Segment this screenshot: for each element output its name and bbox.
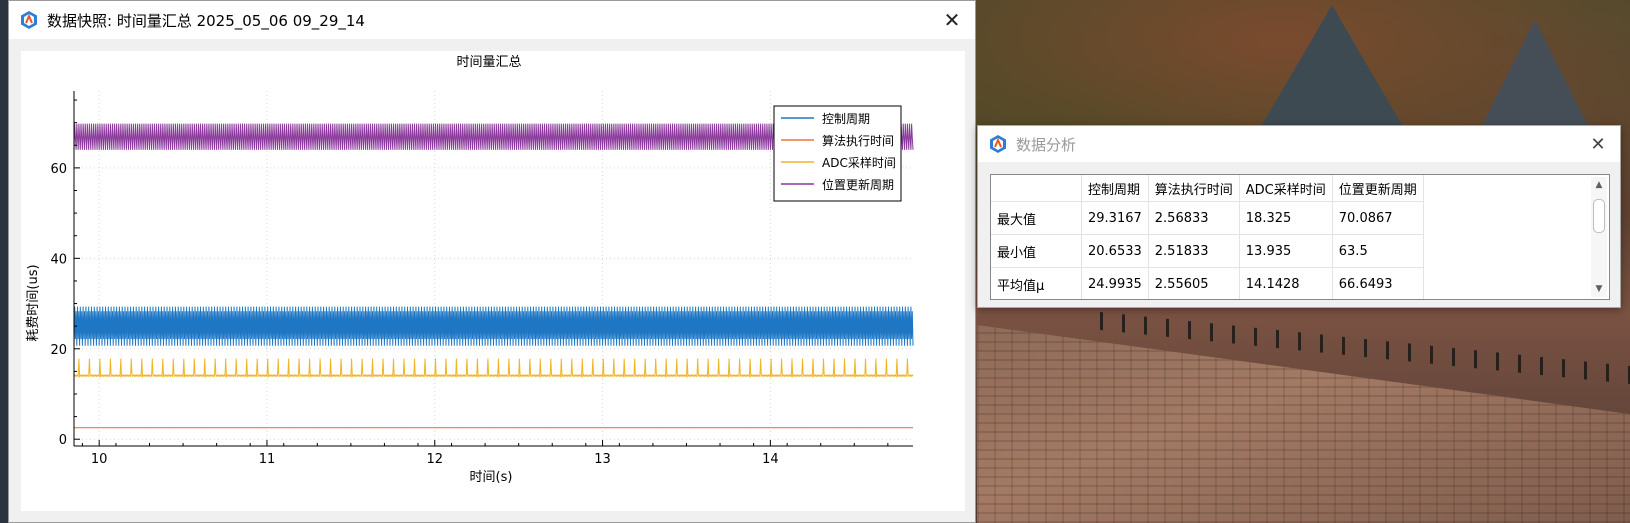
desktop-edge <box>0 0 8 523</box>
x-tick-label: 13 <box>594 452 611 467</box>
y-tick-label: 20 <box>50 343 67 358</box>
table-cell[interactable]: 2.55605 <box>1148 267 1240 299</box>
x-tick-label: 12 <box>426 452 443 467</box>
wallpaper-tower-roof <box>1262 5 1402 125</box>
legend-label: 位置更新周期 <box>822 177 894 192</box>
row-header: 平均值μ <box>991 267 1082 299</box>
series-line <box>73 306 914 346</box>
close-icon: ✕ <box>1590 133 1606 155</box>
table-row[interactable]: 平均值μ 24.9935 2.55605 14.1428 66.6493 <box>991 267 1424 299</box>
table-cell[interactable]: 29.3167 <box>1081 201 1149 235</box>
legend-label: 算法执行时间 <box>822 133 894 148</box>
y-tick-label: 40 <box>50 252 67 267</box>
analysis-titlebar[interactable]: 数据分析 ✕ <box>978 126 1620 162</box>
table-cell[interactable]: 24.9935 <box>1081 267 1149 299</box>
analysis-window: 数据分析 ✕ 控制周期 算法执行时间 ADC采样时间 位置更新周期 最大值 29… <box>977 125 1621 308</box>
x-tick-label: 14 <box>762 452 779 467</box>
window-title: 数据快照: 时间量汇总 2025_05_06 09_29_14 <box>47 11 365 30</box>
time-summary-chart[interactable]: 时间量汇总 10 11 12 13 14 0 20 40 60 时间(s) 耗费时间(us) 控… <box>21 51 965 511</box>
table-header-row: 控制周期 算法执行时间 ADC采样时间 位置更新周期 <box>991 175 1424 202</box>
scrollbar-thumb[interactable] <box>1593 199 1605 233</box>
table-cell[interactable]: 63.5 <box>1332 234 1424 268</box>
scroll-up-icon[interactable]: ▲ <box>1591 177 1607 193</box>
table-cell[interactable]: 18.325 <box>1239 201 1333 235</box>
column-header[interactable]: ADC采样时间 <box>1239 175 1333 202</box>
legend-label: 控制周期 <box>822 112 870 126</box>
table-row[interactable]: 最大值 29.3167 2.56833 18.325 70.0867 <box>991 201 1424 235</box>
chart-title: 时间量汇总 <box>456 55 521 70</box>
y-tick-label: 60 <box>50 162 67 177</box>
column-header[interactable]: 位置更新周期 <box>1332 175 1424 202</box>
table-cell[interactable]: 20.6533 <box>1081 234 1149 268</box>
table-vertical-scrollbar[interactable]: ▲ ▼ <box>1591 177 1607 297</box>
legend-label: ADC采样时间 <box>822 155 896 170</box>
column-header[interactable]: 控制周期 <box>1081 175 1149 202</box>
snapshot-window: 数据快照: 时间量汇总 2025_05_06 09_29_14 ✕ 时间量汇总 … <box>8 0 976 523</box>
chart-legend: 控制周期算法执行时间 ADC采样时间位置更新周期 <box>773 105 902 202</box>
table-row[interactable]: 最小值 20.6533 2.51833 13.935 63.5 <box>991 234 1424 268</box>
close-icon: ✕ <box>943 8 961 32</box>
table-cell[interactable]: 2.56833 <box>1148 201 1240 235</box>
table-cell[interactable]: 14.1428 <box>1239 267 1333 299</box>
table-cell[interactable]: 2.51833 <box>1148 234 1240 268</box>
scroll-down-icon[interactable]: ▼ <box>1591 281 1607 297</box>
row-header: 最小值 <box>991 234 1082 268</box>
y-tick-label: 0 <box>59 433 67 448</box>
x-tick-label: 10 <box>91 452 108 467</box>
series-line <box>73 358 914 378</box>
snapshot-titlebar[interactable]: 数据快照: 时间量汇总 2025_05_06 09_29_14 ✕ <box>9 1 975 39</box>
column-header[interactable]: 算法执行时间 <box>1148 175 1240 202</box>
stats-table-container[interactable]: 控制周期 算法执行时间 ADC采样时间 位置更新周期 最大值 29.3167 2… <box>990 174 1610 300</box>
plot-area[interactable]: 时间量汇总 10 11 12 13 14 0 20 40 60 时间(s) 耗费时间(us) 控… <box>21 51 965 511</box>
close-button[interactable]: ✕ <box>929 1 975 39</box>
x-axis-label: 时间(s) <box>470 470 513 485</box>
table-cell[interactable]: 70.0867 <box>1332 201 1424 235</box>
table-cell[interactable]: 13.935 <box>1239 234 1333 268</box>
analysis-window-title: 数据分析 <box>1016 135 1077 154</box>
app-logo-icon <box>988 134 1008 154</box>
table-cell[interactable]: 66.6493 <box>1332 267 1424 299</box>
x-tick-label: 11 <box>259 452 276 467</box>
wallpaper-tower-roof <box>1480 20 1590 130</box>
row-header: 最大值 <box>991 201 1082 235</box>
stats-table: 控制周期 算法执行时间 ADC采样时间 位置更新周期 最大值 29.3167 2… <box>991 175 1424 299</box>
analysis-close-button[interactable]: ✕ <box>1576 126 1620 162</box>
app-logo-icon <box>19 10 39 30</box>
y-axis-label: 耗费时间(us) <box>26 264 41 341</box>
table-corner-cell <box>991 175 1082 202</box>
